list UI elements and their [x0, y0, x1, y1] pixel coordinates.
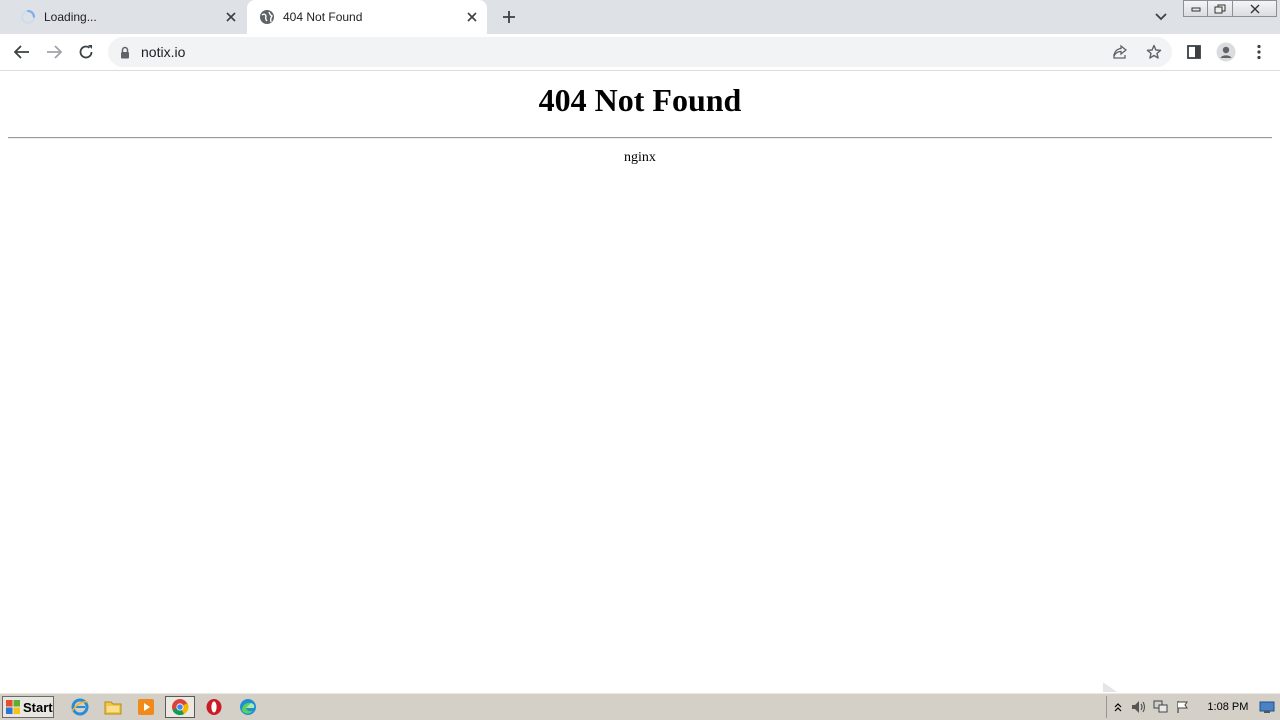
tab-loading[interactable]: Loading...: [8, 0, 246, 34]
address-bar[interactable]: notix.io: [108, 37, 1172, 67]
back-button[interactable]: [8, 38, 36, 66]
arrow-right-icon: [47, 45, 62, 59]
url-text[interactable]: notix.io: [141, 44, 185, 60]
folder-icon[interactable]: [102, 697, 124, 717]
system-tray: 1:08 PM: [1106, 696, 1278, 718]
bookmark-star-icon[interactable]: [1142, 40, 1166, 64]
loading-spinner-icon: [20, 9, 36, 25]
share-icon[interactable]: [1108, 40, 1132, 64]
tab-search-button[interactable]: [1150, 6, 1172, 28]
start-label: Start: [23, 699, 53, 715]
divider: [8, 137, 1272, 139]
taskbar: Start 1:08 PM: [0, 692, 1280, 720]
clock[interactable]: 1:08 PM: [1203, 701, 1252, 713]
network-icon[interactable]: [1150, 698, 1172, 716]
close-icon[interactable]: [463, 8, 481, 26]
server-signature: nginx: [624, 150, 656, 165]
tab-title: Loading...: [44, 10, 97, 24]
action-center-flag-icon[interactable]: [1172, 698, 1194, 716]
menu-button[interactable]: [1245, 38, 1273, 66]
restore-button[interactable]: [1208, 0, 1233, 17]
page-heading: 404 Not Found: [538, 82, 742, 118]
opera-icon[interactable]: [203, 697, 225, 717]
reload-icon: [79, 45, 93, 59]
edge-icon[interactable]: [237, 697, 259, 717]
browser-toolbar: notix.io: [0, 34, 1280, 71]
side-panel-button[interactable]: [1180, 38, 1208, 66]
show-desktop-icon[interactable]: [1256, 698, 1278, 716]
close-icon[interactable]: [222, 8, 240, 26]
minimize-button[interactable]: [1183, 0, 1208, 17]
profile-button[interactable]: [1212, 38, 1240, 66]
windows-logo-icon: [6, 700, 20, 714]
media-player-icon[interactable]: [135, 697, 157, 717]
reload-button[interactable]: [72, 38, 100, 66]
lock-icon[interactable]: [118, 44, 132, 60]
show-hidden-icons-icon[interactable]: [1107, 698, 1129, 716]
tab-404-not-found[interactable]: 404 Not Found: [247, 0, 487, 34]
page-content: 404 Not Found nginx ANY RUN: [0, 72, 1280, 720]
tab-title: 404 Not Found: [283, 10, 363, 24]
start-button[interactable]: Start: [2, 696, 54, 718]
internet-explorer-icon[interactable]: [69, 697, 91, 717]
tab-strip: Loading... 404 Not Found: [0, 0, 1280, 34]
arrow-left-icon: [14, 45, 29, 59]
volume-icon[interactable]: [1129, 698, 1151, 716]
close-window-button[interactable]: [1233, 0, 1277, 17]
kebab-menu-icon: [1257, 44, 1261, 60]
forward-button[interactable]: [40, 38, 68, 66]
globe-icon: [259, 9, 275, 25]
new-tab-button[interactable]: [497, 5, 521, 29]
window-controls: [1183, 0, 1277, 18]
chrome-icon[interactable]: [165, 696, 195, 718]
avatar-icon: [1216, 42, 1236, 62]
side-panel-icon: [1187, 45, 1201, 59]
